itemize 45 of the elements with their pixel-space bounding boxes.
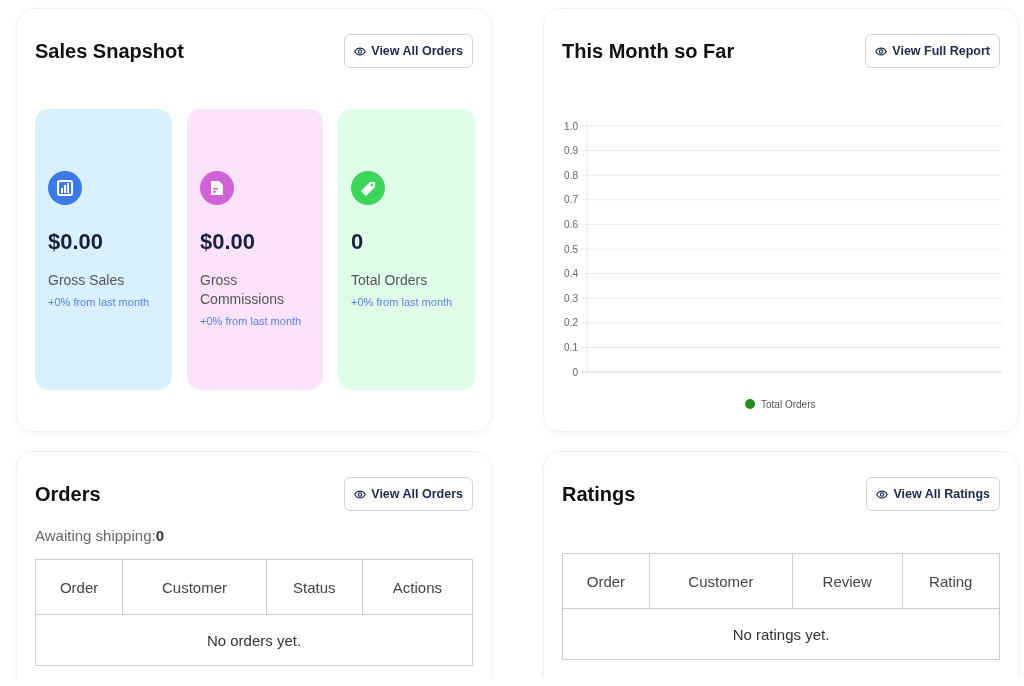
eye-icon	[354, 46, 367, 56]
column-header: Rating	[902, 553, 1000, 609]
y-tick-label: 1.0	[564, 120, 578, 132]
stat-change: +0% from last month	[48, 296, 151, 308]
column-header: Customer	[122, 559, 267, 615]
empty-message: No orders yet.	[35, 614, 473, 666]
eye-icon	[354, 489, 367, 499]
view-full-report-button[interactable]: View Full Report	[865, 34, 1000, 68]
stat-value: $0.00	[200, 229, 257, 255]
legend-label: Total Orders	[761, 399, 816, 410]
stat-change: +0% from last month	[200, 315, 303, 327]
empty-message: No ratings yet.	[562, 608, 1000, 660]
y-tick-label: 0.2	[564, 317, 578, 329]
view-all-orders-button[interactable]: View All Orders	[344, 477, 473, 511]
card-title: Ratings	[562, 482, 636, 506]
card-title: Orders	[35, 482, 101, 506]
awaiting-label: Awaiting shipping:	[35, 527, 156, 544]
stat-value: 0	[351, 229, 365, 255]
stat-change: +0% from last month	[351, 296, 454, 308]
y-tick-label: 0.6	[564, 218, 578, 230]
column-header: Order	[35, 559, 123, 615]
view-all-ratings-button[interactable]: View All Ratings	[866, 477, 1000, 511]
column-header: Review	[792, 553, 903, 609]
column-header: Order	[562, 553, 650, 609]
stat-label: Gross Sales	[48, 271, 126, 290]
y-tick-label: 0	[572, 366, 578, 378]
eye-icon	[876, 489, 889, 499]
y-tick-label: 0.7	[564, 194, 578, 206]
stat-label: Total Orders	[351, 271, 429, 290]
y-tick-label: 0.1	[564, 341, 578, 353]
eye-icon	[875, 46, 888, 56]
stat-label: Gross Commissions	[200, 271, 285, 309]
column-header: Status	[266, 559, 363, 615]
card-title: This Month so Far	[562, 39, 735, 63]
awaiting-count: 0	[155, 527, 164, 544]
y-tick-label: 0.5	[564, 243, 578, 255]
y-tick-label: 0.8	[564, 169, 578, 181]
y-tick-label: 0.3	[564, 292, 578, 304]
card-title: Sales Snapshot	[35, 39, 184, 63]
y-tick-label: 0.4	[564, 268, 578, 280]
y-tick-label: 0.9	[564, 145, 578, 157]
stat-value: $0.00	[48, 229, 105, 255]
column-header: Actions	[362, 559, 473, 615]
column-header: Customer	[649, 553, 793, 609]
view-all-orders-button[interactable]: View All Orders	[344, 34, 473, 68]
